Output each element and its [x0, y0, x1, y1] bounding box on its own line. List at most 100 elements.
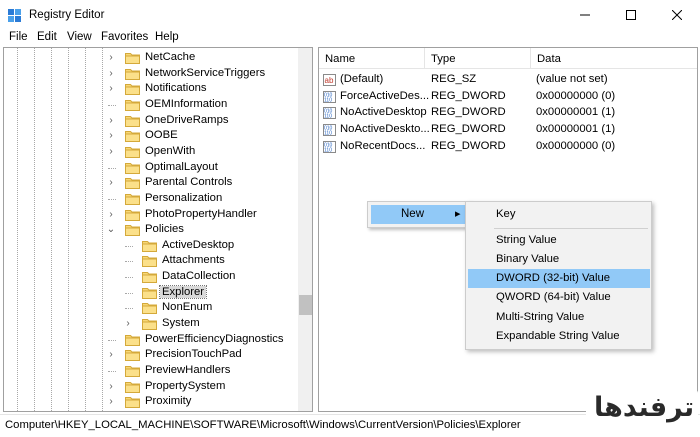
tree-item-label: Policies — [145, 223, 184, 236]
new-submenu: Key String Value Binary Value DWORD (32-bit… — [465, 201, 652, 350]
expand-arrow-icon[interactable]: › — [123, 316, 133, 332]
menu-bar: File Edit View Favorites Help — [0, 30, 700, 46]
submenu-item-label: QWORD (64-bit) Value — [496, 291, 611, 303]
tree-item[interactable]: › PrecisionTouchPad — [4, 347, 296, 363]
submenu-item[interactable]: DWORD (32-bit) Value — [468, 269, 650, 288]
folder-icon — [125, 209, 140, 221]
tree-item-label: Proximity — [145, 395, 192, 408]
folder-icon — [125, 224, 140, 237]
tree-item[interactable]: › OneDriveRamps — [4, 113, 296, 129]
folder-icon — [125, 193, 140, 205]
submenu-item[interactable]: Key — [468, 205, 650, 224]
svg-text:110: 110 — [324, 114, 332, 120]
value-data: (value not set) — [536, 73, 608, 85]
expand-arrow-icon[interactable]: › — [106, 394, 116, 410]
tree-item[interactable]: › NetCache — [4, 50, 296, 66]
tree-item[interactable]: OptimalLayout — [4, 160, 296, 176]
tree-item[interactable]: OEMInformation — [4, 97, 296, 113]
list-item[interactable]: 010 110 NoActiveDesktop REG_DWORD 0x00000001… — [319, 105, 697, 121]
expand-arrow-icon[interactable]: › — [106, 207, 116, 223]
tree-item-label: OptimalLayout — [145, 160, 218, 173]
column-header-data[interactable]: Data — [531, 48, 697, 69]
folder-icon — [142, 287, 157, 299]
tree-item[interactable]: › PropertySystem — [4, 379, 296, 395]
submenu-item[interactable]: String Value — [468, 231, 650, 250]
list-item[interactable]: 010 110 ForceActiveDes... REG_DWORD 0x000000… — [319, 89, 697, 105]
tree-connector — [125, 292, 133, 294]
tree-item-label: PreviewHandlers — [145, 364, 231, 376]
menu-edit[interactable]: Edit — [37, 31, 57, 43]
tree-item-label: Personalization — [145, 191, 223, 204]
submenu-item[interactable]: Multi-String Value — [468, 308, 650, 327]
menu-favorites[interactable]: Favorites — [101, 31, 148, 43]
tree-item-label: OOBE — [145, 129, 178, 142]
tree-item[interactable]: › Notifications — [4, 81, 296, 97]
value-data: 0x00000001 (1) — [536, 123, 616, 136]
folder-icon — [125, 177, 140, 190]
tree-item[interactable]: PowerEfficiencyDiagnostics — [4, 332, 296, 348]
column-header-type[interactable]: Type — [425, 48, 531, 69]
maximize-button[interactable] — [608, 0, 654, 30]
tree-item-label: Notifications — [145, 82, 207, 95]
expand-arrow-icon[interactable]: › — [106, 144, 116, 160]
expand-arrow-icon[interactable]: › — [106, 347, 116, 363]
expand-arrow-icon[interactable]: › — [106, 128, 116, 144]
tree-connector — [125, 277, 133, 279]
folder-icon — [125, 381, 140, 393]
tree-item[interactable]: ActiveDesktop — [4, 238, 296, 254]
expand-arrow-icon[interactable]: › — [106, 50, 116, 66]
menu-file[interactable]: File — [9, 31, 28, 43]
tree-item[interactable]: ⌄ Policies — [4, 222, 296, 238]
tree-item[interactable]: NonEnum — [4, 300, 296, 316]
tree-item[interactable]: › NetworkServiceTriggers — [4, 66, 296, 82]
expand-arrow-icon[interactable]: › — [106, 81, 116, 97]
collapse-arrow-icon[interactable]: ⌄ — [106, 222, 116, 238]
list-item[interactable]: ab (Default) REG_SZ (value not set) — [319, 72, 697, 88]
minimize-button[interactable] — [562, 0, 608, 30]
list-item[interactable]: 010 110 NoRecentDocs... REG_DWORD 0x00000000… — [319, 139, 697, 155]
expand-arrow-icon[interactable]: › — [106, 113, 116, 129]
tree-item-label: Parental Controls — [145, 176, 233, 189]
tree-item[interactable]: PreviewHandlers — [4, 363, 296, 379]
tree-item[interactable]: Personalization — [4, 191, 296, 207]
tree-item-label: PrecisionTouchPad — [145, 348, 242, 361]
expand-arrow-icon[interactable]: › — [106, 379, 116, 395]
expand-arrow-icon[interactable]: › — [106, 175, 116, 191]
column-header-name[interactable]: Name — [319, 48, 425, 69]
tree-item-label: System — [162, 317, 200, 330]
folder-icon — [142, 255, 157, 268]
list-item[interactable]: 010 110 NoActiveDeskto... REG_DWORD 0x000000… — [319, 122, 697, 138]
submenu-item[interactable]: Expandable String Value — [468, 327, 650, 346]
folder-icon — [125, 115, 140, 127]
close-button[interactable] — [654, 0, 700, 30]
tree-item[interactable]: › System — [4, 316, 296, 332]
tree-scrollbar[interactable] — [298, 48, 312, 411]
value-data: 0x00000000 (0) — [536, 89, 616, 102]
folder-icon — [125, 349, 140, 362]
tree-connector — [125, 245, 133, 247]
folder-icon — [142, 302, 157, 315]
tree-item[interactable]: Explorer — [4, 284, 296, 301]
tree-connector — [108, 104, 116, 106]
scrollbar-thumb[interactable] — [299, 295, 312, 315]
context-menu-new-label: New — [401, 208, 425, 220]
folder-icon — [125, 365, 140, 377]
tree-item-label: NetworkServiceTriggers — [145, 66, 266, 79]
expand-arrow-icon[interactable]: › — [106, 66, 116, 82]
context-menu-new[interactable]: New ▸ — [371, 205, 467, 224]
tree-item[interactable]: › Proximity — [4, 394, 296, 410]
submenu-item[interactable]: QWORD (64-bit) Value — [468, 288, 650, 307]
tree-item[interactable]: › PhotoPropertyHandler — [4, 207, 296, 223]
tree-item[interactable]: Attachments — [4, 253, 296, 269]
tree-item-label: OneDriveRamps — [145, 113, 229, 126]
submenu-item[interactable]: Binary Value — [468, 250, 650, 269]
registry-tree[interactable]: › NetCache › NetworkServiceTriggers › Notific… — [3, 47, 313, 412]
menu-view[interactable]: View — [67, 31, 92, 43]
tree-item[interactable]: › OpenWith — [4, 144, 296, 160]
tree-item-label: PhotoPropertyHandler — [145, 207, 257, 220]
submenu-arrow-icon: ▸ — [455, 208, 461, 220]
tree-item[interactable]: › OOBE — [4, 128, 296, 144]
tree-item[interactable]: › Parental Controls — [4, 175, 296, 191]
menu-help[interactable]: Help — [155, 31, 179, 43]
tree-item[interactable]: DataCollection — [4, 269, 296, 285]
